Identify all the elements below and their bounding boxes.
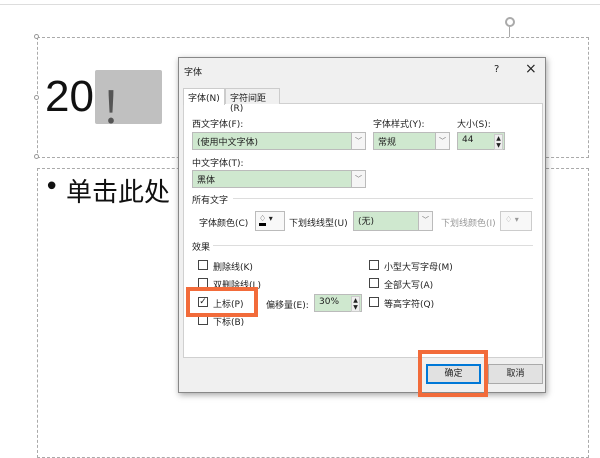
underline-style-value: (无) xyxy=(358,217,375,227)
bullet: • xyxy=(44,172,60,202)
underline-color-button[interactable]: ♢ ▾ xyxy=(500,211,532,231)
font-color-button[interactable]: ♢ ▾ xyxy=(255,211,285,231)
resize-handle[interactable] xyxy=(34,34,39,39)
equalize-height-label: 等高字符(Q) xyxy=(384,300,435,310)
latin-font-select[interactable]: (使用中文字体) ﹀ xyxy=(192,132,366,150)
window-top-border xyxy=(0,4,600,5)
divider xyxy=(233,198,533,199)
rotate-handle-stem xyxy=(509,27,510,37)
offset-label: 偏移量(E): xyxy=(266,301,309,311)
tab-font[interactable]: 字体(N) xyxy=(183,88,225,105)
small-caps-checkbox[interactable] xyxy=(369,260,379,270)
paint-bucket-icon: ♢ xyxy=(259,214,267,226)
spinner-icon[interactable]: ▲ ▼ xyxy=(351,296,360,312)
all-caps-label: 全部大写(A) xyxy=(384,281,434,291)
chevron-down-icon: ﹀ xyxy=(351,171,365,187)
annotation-box-ok xyxy=(418,350,488,397)
latin-font-value: (使用中文字体) xyxy=(197,138,259,148)
spinner-icon[interactable]: ▲ ▼ xyxy=(494,134,503,150)
size-label: 大小(S): xyxy=(457,120,491,130)
chevron-down-icon: ﹀ xyxy=(351,133,365,149)
title-text[interactable]: 20 xyxy=(45,72,94,122)
cjk-font-value: 黑体 xyxy=(197,176,216,186)
underline-style-label: 下划线线型(U) xyxy=(289,219,348,229)
rotate-handle-icon[interactable] xyxy=(505,17,515,27)
body-text[interactable]: 单击此处 xyxy=(66,172,170,209)
cancel-button[interactable]: 取消 xyxy=(488,364,543,384)
tab-character-spacing[interactable]: 字符间距(R) xyxy=(225,88,280,114)
cjk-font-label: 中文字体(T): xyxy=(192,159,244,169)
all-caps-checkbox[interactable] xyxy=(369,278,379,288)
paint-bucket-icon: ♢ xyxy=(505,215,513,224)
cjk-font-select[interactable]: 黑体 ﹀ xyxy=(192,170,366,188)
strikethrough-checkbox[interactable] xyxy=(198,260,208,270)
help-button[interactable]: ? xyxy=(494,64,499,75)
equalize-height-checkbox[interactable] xyxy=(369,297,379,307)
chevron-down-icon: ﹀ xyxy=(435,133,449,149)
annotation-box-superscript xyxy=(186,287,258,317)
size-value: 44 xyxy=(462,135,474,145)
style-value: 常规 xyxy=(378,138,397,148)
latin-font-label: 西文字体(F): xyxy=(192,120,244,130)
style-select[interactable]: 常规 ﹀ xyxy=(373,132,450,150)
font-color-label: 字体颜色(C) xyxy=(199,219,249,229)
chevron-down-icon: ﹀ xyxy=(418,212,432,230)
resize-handle[interactable] xyxy=(34,154,39,159)
offset-input[interactable]: 30% ▲ ▼ xyxy=(314,294,362,312)
underline-color-label: 下划线颜色(I) xyxy=(441,219,496,229)
dialog-title: 字体 xyxy=(184,68,203,78)
style-label: 字体样式(Y): xyxy=(373,120,425,130)
divider xyxy=(213,245,533,246)
size-input[interactable]: 44 ▲ ▼ xyxy=(457,132,505,150)
close-icon[interactable]: × xyxy=(525,61,537,77)
all-text-heading: 所有文字 xyxy=(192,196,229,206)
effects-heading: 效果 xyxy=(192,243,211,253)
offset-value: 30% xyxy=(319,297,340,307)
small-caps-label: 小型大写字母(M) xyxy=(384,263,453,273)
strikethrough-label: 删除线(K) xyxy=(213,263,253,273)
underline-style-select[interactable]: (无) ﹀ xyxy=(353,211,433,231)
resize-handle[interactable] xyxy=(34,95,39,100)
title-highlighted-char[interactable]: ！ xyxy=(100,72,144,136)
